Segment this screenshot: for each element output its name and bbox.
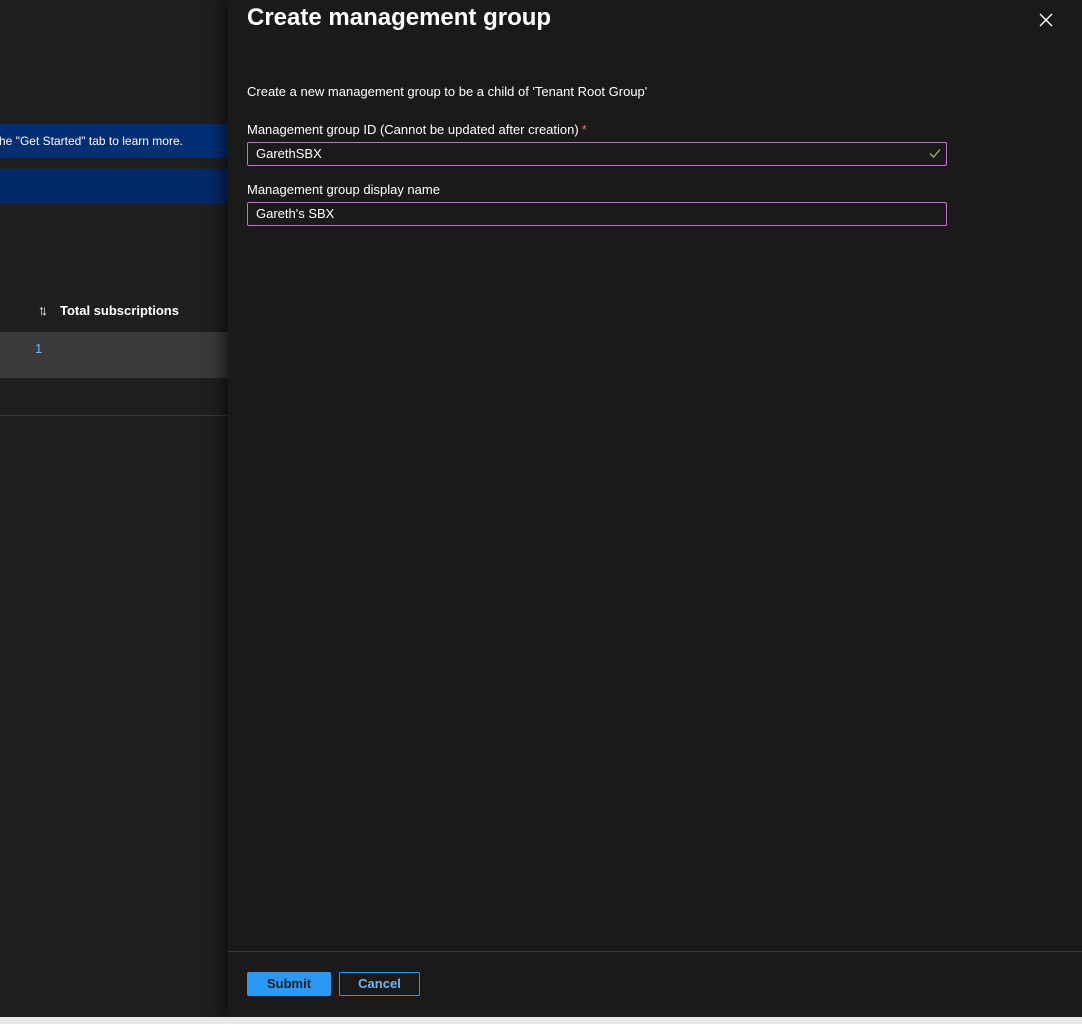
display-name-input[interactable]: Gareth's SBX [247, 202, 947, 226]
checkmark-icon [929, 149, 941, 158]
display-name-value: Gareth's SBX [256, 206, 335, 221]
info-banner: he "Get Started" tab to learn more. [0, 124, 228, 158]
background-blade: he "Get Started" tab to learn more. ↑↓ T… [0, 0, 228, 1017]
info-banner-text: he "Get Started" tab to learn more. [0, 134, 183, 148]
create-management-group-panel: Create management group Create a new man… [228, 0, 1082, 1017]
sort-icon: ↑↓ [38, 302, 48, 318]
management-group-id-label-text: Management group ID (Cannot be updated a… [247, 122, 579, 137]
management-group-id-input[interactable]: GarethSBX [247, 142, 947, 166]
management-group-id-label: Management group ID (Cannot be updated a… [247, 122, 587, 137]
table-row[interactable]: 1 [0, 332, 228, 378]
close-button[interactable] [1036, 10, 1056, 30]
display-name-label: Management group display name [247, 182, 440, 197]
submit-button[interactable]: Submit [247, 972, 331, 996]
cancel-button[interactable]: Cancel [339, 972, 420, 996]
footer-divider [228, 951, 1082, 952]
info-banner-secondary [0, 169, 228, 204]
panel-title: Create management group [247, 4, 552, 31]
panel-description: Create a new management group to be a ch… [247, 84, 648, 99]
management-group-id-value: GarethSBX [256, 146, 322, 161]
window-bottom-strip [0, 1017, 1082, 1024]
divider [0, 415, 228, 416]
column-header-label: Total subscriptions [60, 302, 179, 318]
column-header-total-subscriptions[interactable]: ↑↓ Total subscriptions [38, 300, 179, 320]
required-marker: * [581, 122, 587, 137]
close-icon [1039, 13, 1053, 27]
total-subscriptions-value[interactable]: 1 [35, 341, 42, 356]
